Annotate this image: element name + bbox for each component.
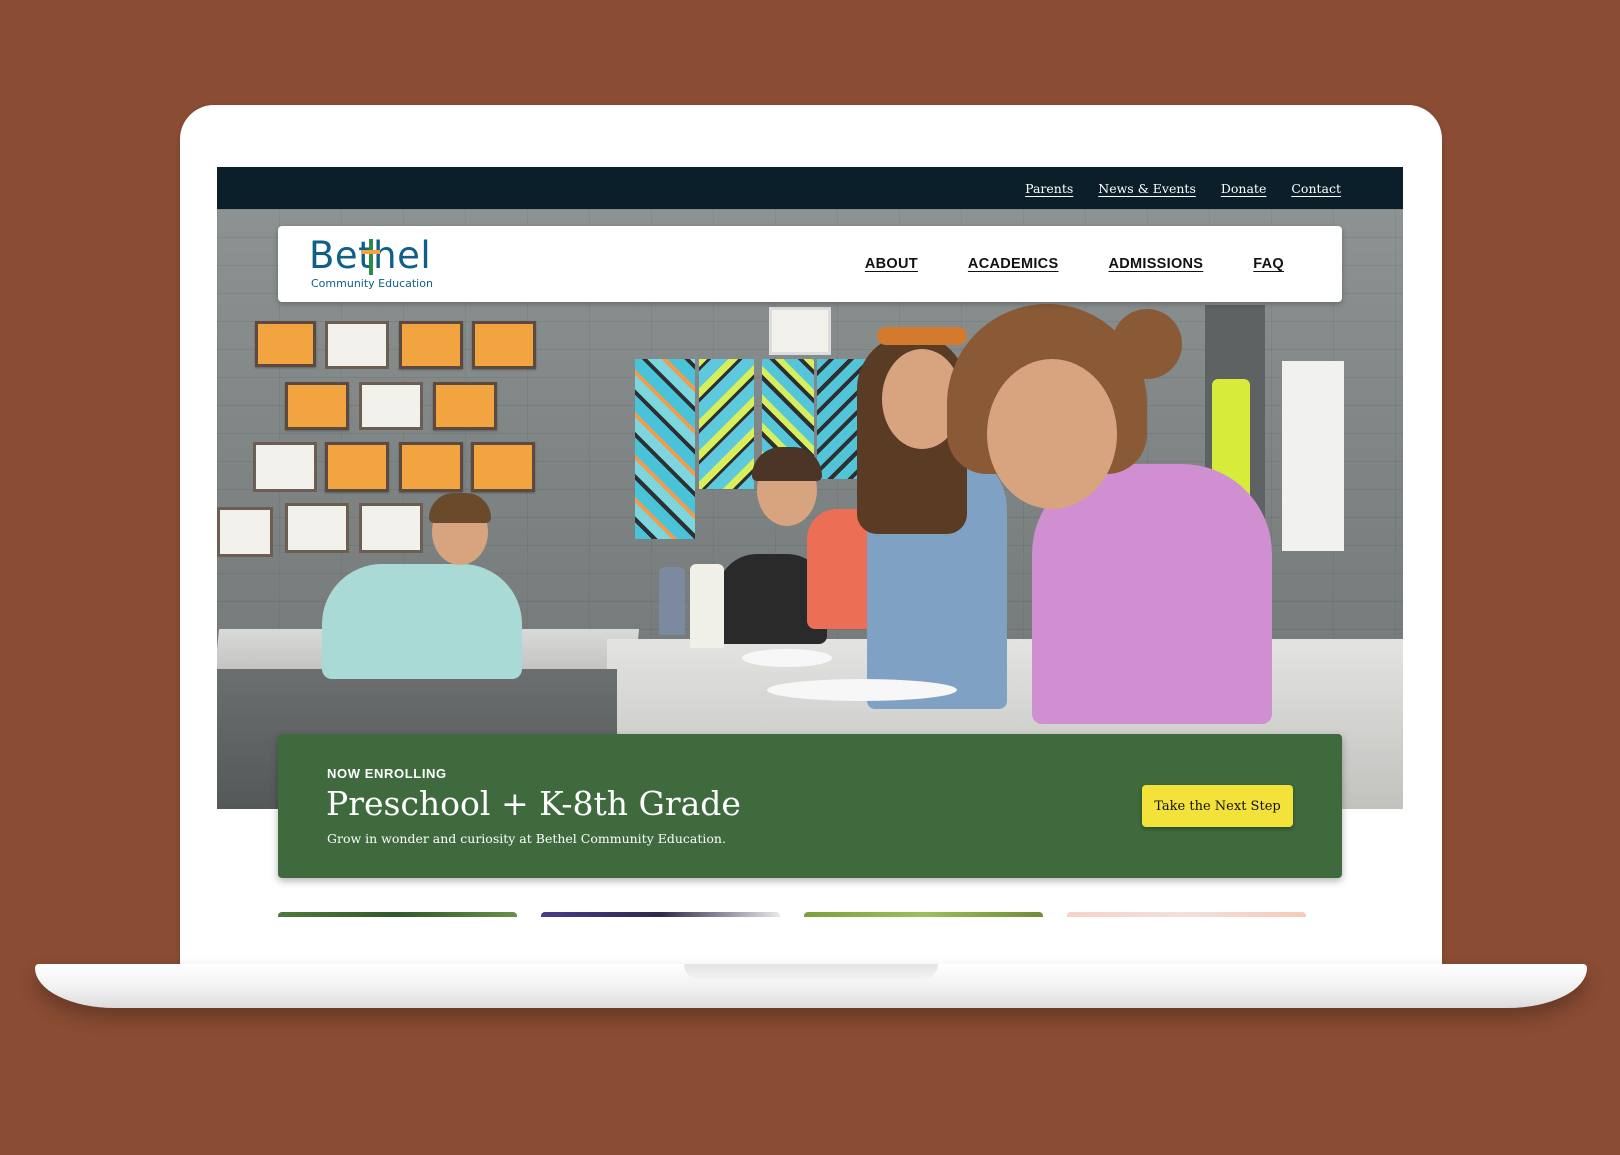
laptop-notch: [684, 964, 938, 980]
feature-card-thumb[interactable]: [278, 912, 517, 917]
utility-link-news-events[interactable]: News & Events: [1098, 181, 1196, 196]
wall-board: [399, 442, 463, 492]
wall-board: [433, 382, 497, 430]
hair-bun: [1112, 309, 1182, 379]
wall-poster: [769, 307, 831, 355]
nav-admissions[interactable]: ADMISSIONS: [1108, 256, 1203, 272]
enroll-title: Preschool + K-8th Grade: [326, 784, 741, 823]
nav-about[interactable]: ABOUT: [865, 256, 918, 272]
nav-faq[interactable]: FAQ: [1253, 256, 1284, 272]
paint-bottle: [690, 564, 724, 648]
logo-tagline: Community Education: [311, 277, 433, 290]
paper-plate: [767, 679, 957, 701]
feature-card-thumb[interactable]: [541, 912, 780, 917]
utility-bar: Parents News & Events Donate Contact: [217, 167, 1403, 209]
enroll-subtitle: Grow in wonder and curiosity at Bethel C…: [327, 831, 726, 846]
enroll-eyebrow: NOW ENROLLING: [327, 766, 447, 781]
take-next-step-button[interactable]: Take the Next Step: [1142, 785, 1293, 827]
wall-board: [285, 382, 349, 430]
nav-academics[interactable]: ACADEMICS: [968, 256, 1059, 272]
sticky-note-wall: [699, 359, 754, 489]
student-hair: [429, 493, 491, 523]
cross-icon: [362, 239, 380, 275]
wall-board: [285, 503, 349, 553]
wall-board: [471, 442, 535, 492]
browser-screen: Parents News & Events Donate Contact Com…: [217, 167, 1403, 917]
student-head: [987, 359, 1117, 509]
utility-link-contact[interactable]: Contact: [1291, 181, 1341, 196]
feature-card-thumb[interactable]: [1067, 912, 1306, 917]
enrollment-banner: NOW ENROLLING Preschool + K-8th Grade Gr…: [278, 734, 1342, 878]
feature-card-thumb[interactable]: [804, 912, 1043, 917]
wall-board: [253, 442, 317, 492]
main-nav: ABOUT ACADEMICS ADMISSIONS FAQ: [865, 226, 1284, 302]
utility-link-parents[interactable]: Parents: [1025, 181, 1073, 196]
bethel-logo[interactable]: Bethel Community Education: [309, 237, 459, 293]
wall-board: [359, 382, 423, 430]
paint-bottle: [659, 567, 685, 635]
wall-board: [325, 442, 389, 492]
site-header: Bethel Community Education ABOUT ACADEMI…: [278, 226, 1342, 302]
utility-nav: Parents News & Events Donate Contact: [1025, 167, 1341, 209]
sticky-note-wall: [635, 359, 695, 539]
utility-link-donate[interactable]: Donate: [1221, 181, 1266, 196]
wall-board: [472, 321, 536, 369]
wall-notice: [1282, 361, 1344, 551]
student-hoodie: [322, 564, 522, 679]
wall-board: [217, 507, 273, 557]
wall-board: [255, 321, 316, 367]
headband: [877, 327, 967, 345]
wall-board: [325, 321, 389, 369]
wall-board: [399, 321, 463, 369]
wall-board: [359, 503, 423, 553]
paper-plate: [742, 649, 832, 667]
